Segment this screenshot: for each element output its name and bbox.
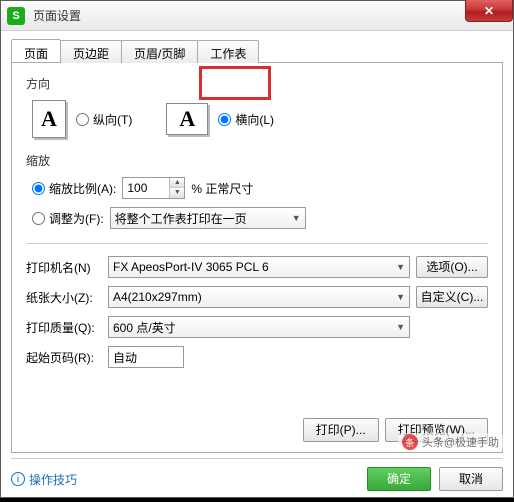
scale-suffix: % 正常尺寸	[191, 180, 253, 197]
watermark: 条 头条@极速手助	[398, 433, 503, 451]
paper-size-select[interactable]: A4(210x297mm) ▼	[108, 286, 410, 308]
tab-page[interactable]: 页面	[11, 39, 61, 62]
chevron-down-icon: ▼	[292, 213, 301, 223]
scale-label: 缩放	[26, 152, 488, 169]
print-button[interactable]: 打印(P)...	[303, 418, 379, 442]
window-title: 页面设置	[33, 7, 81, 24]
spin-down-icon[interactable]: ▼	[170, 188, 184, 198]
divider	[26, 243, 488, 244]
printer-name-row: 打印机名(N) FX ApeosPort-IV 3065 PCL 6 ▼ 选项(…	[26, 256, 488, 278]
info-icon: i	[11, 472, 25, 486]
paper-size-label: 纸张大小(Z):	[26, 289, 102, 306]
landscape-radio-input[interactable]	[218, 113, 231, 126]
spin-up-icon[interactable]: ▲	[170, 178, 184, 188]
printer-name-value: FX ApeosPort-IV 3065 PCL 6	[113, 260, 269, 274]
scale-ratio-label: 缩放比例(A):	[49, 180, 116, 197]
start-page-label: 起始页码(R):	[26, 349, 102, 366]
portrait-radio[interactable]: 纵向(T)	[76, 111, 132, 128]
landscape-icon: A	[166, 103, 208, 135]
fit-select-value: 将整个工作表打印在一页	[115, 210, 247, 227]
footer: i 操作技巧 确定 取消	[11, 458, 503, 491]
print-quality-value: 600 点/英寸	[113, 319, 176, 336]
tab-header-footer[interactable]: 页眉/页脚	[121, 40, 198, 63]
scale-ratio-radio-input[interactable]	[32, 182, 45, 195]
printer-name-label: 打印机名(N)	[26, 259, 102, 276]
close-button[interactable]: ✕	[465, 0, 513, 22]
paper-size-value: A4(210x297mm)	[113, 290, 202, 304]
tips-link[interactable]: i 操作技巧	[11, 471, 77, 488]
portrait-icon: A	[32, 100, 66, 138]
start-page-row: 起始页码(R):	[26, 346, 488, 368]
scale-fit-label: 调整为(F):	[49, 210, 104, 227]
portrait-radio-input[interactable]	[76, 113, 89, 126]
app-icon: S	[7, 7, 25, 25]
scale-ratio-row: 缩放比例(A): ▲ ▼ % 正常尺寸	[26, 177, 488, 199]
tips-label: 操作技巧	[29, 471, 77, 488]
tab-panel: 方向 A 纵向(T) A 横向(L) 缩放 缩放比例(A):	[11, 63, 503, 453]
dialog-window: S 页面设置 ✕ 页面 页边距 页眉/页脚 工作表 方向 A 纵向(T) A	[0, 0, 514, 498]
titlebar: S 页面设置 ✕	[1, 1, 513, 31]
custom-button[interactable]: 自定义(C)...	[416, 286, 488, 308]
print-quality-row: 打印质量(Q): 600 点/英寸 ▼	[26, 316, 488, 338]
orientation-row: A 纵向(T) A 横向(L)	[26, 100, 488, 138]
cancel-button[interactable]: 取消	[439, 467, 503, 491]
watermark-icon: 条	[402, 434, 418, 450]
print-quality-select[interactable]: 600 点/英寸 ▼	[108, 316, 410, 338]
landscape-radio[interactable]: 横向(L)	[218, 111, 274, 128]
paper-size-row: 纸张大小(Z): A4(210x297mm) ▼ 自定义(C)...	[26, 286, 488, 308]
dialog-body: 页面 页边距 页眉/页脚 工作表 方向 A 纵向(T) A 横向(L)	[1, 31, 513, 497]
spinner-buttons: ▲ ▼	[169, 178, 184, 198]
scale-fit-radio[interactable]: 调整为(F):	[32, 210, 104, 227]
scale-fit-radio-input[interactable]	[32, 212, 45, 225]
scale-spinner[interactable]: ▲ ▼	[122, 177, 185, 199]
scale-fit-row: 调整为(F): 将整个工作表打印在一页 ▼	[26, 207, 488, 229]
tab-bar: 页面 页边距 页眉/页脚 工作表	[11, 39, 503, 63]
printer-name-select[interactable]: FX ApeosPort-IV 3065 PCL 6 ▼	[108, 256, 410, 278]
orientation-label: 方向	[26, 75, 488, 92]
landscape-radio-label: 横向(L)	[235, 111, 274, 128]
scale-ratio-radio[interactable]: 缩放比例(A):	[32, 180, 116, 197]
print-quality-label: 打印质量(Q):	[26, 319, 102, 336]
footer-buttons: 确定 取消	[367, 467, 503, 491]
options-button[interactable]: 选项(O)...	[416, 256, 488, 278]
tab-sheet[interactable]: 工作表	[197, 40, 259, 63]
chevron-down-icon: ▼	[396, 322, 405, 332]
chevron-down-icon: ▼	[396, 292, 405, 302]
ok-button[interactable]: 确定	[367, 467, 431, 491]
portrait-radio-label: 纵向(T)	[93, 111, 132, 128]
scale-input[interactable]	[123, 178, 169, 198]
start-page-input[interactable]	[108, 346, 184, 368]
chevron-down-icon: ▼	[396, 262, 405, 272]
tab-margins[interactable]: 页边距	[60, 40, 122, 63]
watermark-text: 头条@极速手助	[422, 434, 499, 450]
fit-select[interactable]: 将整个工作表打印在一页 ▼	[110, 207, 306, 229]
